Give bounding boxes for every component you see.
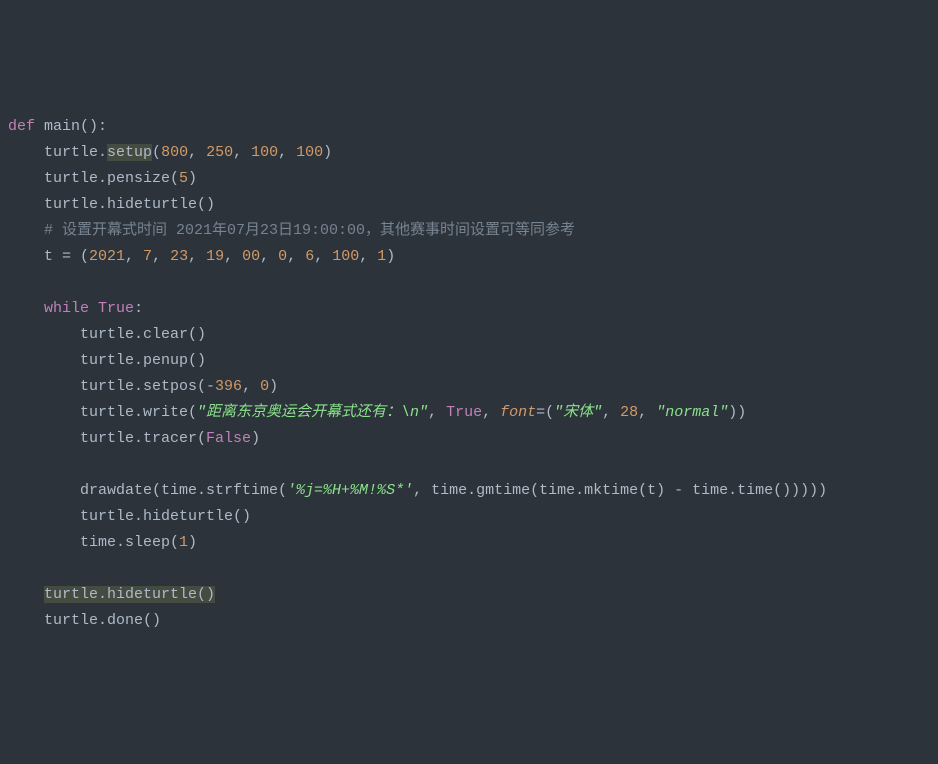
code-line: turtle.setup(800, 250, 100, 100) bbox=[8, 144, 332, 161]
punct: ( bbox=[152, 144, 161, 161]
comma: , bbox=[314, 248, 332, 265]
number: 2021 bbox=[89, 248, 125, 265]
comma: , bbox=[482, 404, 500, 421]
code-line: turtle.tracer(False) bbox=[8, 430, 260, 447]
space bbox=[89, 300, 98, 317]
punct: )) bbox=[728, 404, 746, 421]
number: 100 bbox=[296, 144, 323, 161]
text: , time.gmtime(time.mktime(t) - time.time… bbox=[413, 482, 827, 499]
comma: , bbox=[287, 248, 305, 265]
text: drawdate(time.strftime( bbox=[8, 482, 287, 499]
text: turtle.hideturtle() bbox=[8, 508, 251, 525]
number: 5 bbox=[179, 170, 188, 187]
string: "距离东京奥运会开幕式还有：\n" bbox=[197, 404, 428, 421]
text: turtle.done() bbox=[8, 612, 161, 629]
punct: ) bbox=[188, 170, 197, 187]
comma: , bbox=[188, 248, 206, 265]
comma: , bbox=[602, 404, 620, 421]
code-line: turtle.hideturtle() bbox=[8, 508, 251, 525]
number: 1 bbox=[179, 534, 188, 551]
code-line: def main(): bbox=[8, 118, 107, 135]
colon: : bbox=[134, 300, 143, 317]
code-line: t = (2021, 7, 23, 19, 00, 0, 6, 100, 1) bbox=[8, 248, 395, 265]
number: 00 bbox=[242, 248, 260, 265]
keyword-true: True bbox=[98, 300, 134, 317]
comma: , bbox=[125, 248, 143, 265]
string: "宋体" bbox=[554, 404, 602, 421]
comma: , bbox=[638, 404, 656, 421]
code-line: time.sleep(1) bbox=[8, 534, 197, 551]
keyword-true: True bbox=[446, 404, 482, 421]
func-name: main bbox=[44, 118, 80, 135]
punct: ) bbox=[386, 248, 395, 265]
punct: (): bbox=[80, 118, 107, 135]
comma: , bbox=[260, 248, 278, 265]
number: 1 bbox=[377, 248, 386, 265]
comma: , bbox=[233, 144, 251, 161]
comma: , bbox=[224, 248, 242, 265]
keyword-false: False bbox=[206, 430, 251, 447]
code-line: turtle.setpos(-396, 0) bbox=[8, 378, 278, 395]
text: turtle.pensize( bbox=[8, 170, 179, 187]
punct: ) bbox=[323, 144, 332, 161]
number: 0 bbox=[278, 248, 287, 265]
number: 800 bbox=[161, 144, 188, 161]
highlighted-text: turtle.hideturtle() bbox=[44, 586, 215, 603]
text: time.sleep( bbox=[8, 534, 179, 551]
string: '%j=%H+%M!%S*' bbox=[287, 482, 413, 499]
punct: ) bbox=[188, 534, 197, 551]
number: 0 bbox=[260, 378, 269, 395]
highlighted-text: setup bbox=[107, 144, 152, 161]
code-line: turtle.hideturtle() bbox=[8, 196, 215, 213]
text: t = ( bbox=[8, 248, 89, 265]
code-editor[interactable]: def main(): turtle.setup(800, 250, 100, … bbox=[8, 114, 938, 634]
code-line: # 设置开幕式时间 2021年07月23日19:00:00，其他赛事时间设置可等… bbox=[8, 222, 575, 239]
number: 250 bbox=[206, 144, 233, 161]
text: turtle.hideturtle() bbox=[8, 196, 215, 213]
text: turtle.setpos(- bbox=[8, 378, 215, 395]
comma: , bbox=[278, 144, 296, 161]
keyword-while: while bbox=[44, 300, 89, 317]
kwarg-font: font bbox=[500, 404, 536, 421]
number: 28 bbox=[620, 404, 638, 421]
number: 23 bbox=[170, 248, 188, 265]
text: turtle.tracer( bbox=[8, 430, 206, 447]
number: 6 bbox=[305, 248, 314, 265]
code-line: turtle.done() bbox=[8, 612, 161, 629]
number: 100 bbox=[251, 144, 278, 161]
text: turtle.penup() bbox=[8, 352, 206, 369]
indent bbox=[8, 586, 44, 603]
code-line: turtle.pensize(5) bbox=[8, 170, 197, 187]
code-line: turtle.penup() bbox=[8, 352, 206, 369]
punct: ) bbox=[269, 378, 278, 395]
code-line: turtle.hideturtle() bbox=[8, 586, 215, 603]
comma: , bbox=[359, 248, 377, 265]
comment: # 设置开幕式时间 2021年07月23日19:00:00，其他赛事时间设置可等… bbox=[8, 222, 575, 239]
keyword-def: def bbox=[8, 118, 35, 135]
comma: , bbox=[242, 378, 260, 395]
text: turtle. bbox=[8, 144, 107, 161]
number: 396 bbox=[215, 378, 242, 395]
string: "normal" bbox=[656, 404, 728, 421]
text: turtle.write( bbox=[8, 404, 197, 421]
comma: , bbox=[152, 248, 170, 265]
comma: , bbox=[428, 404, 446, 421]
code-line: turtle.write("距离东京奥运会开幕式还有：\n", True, fo… bbox=[8, 404, 746, 421]
comma: , bbox=[188, 144, 206, 161]
number: 100 bbox=[332, 248, 359, 265]
code-line: while True: bbox=[8, 300, 143, 317]
number: 19 bbox=[206, 248, 224, 265]
text: turtle.clear() bbox=[8, 326, 206, 343]
number: 7 bbox=[143, 248, 152, 265]
code-line: drawdate(time.strftime('%j=%H+%M!%S*', t… bbox=[8, 482, 827, 499]
punct: ) bbox=[251, 430, 260, 447]
code-line: turtle.clear() bbox=[8, 326, 206, 343]
punct: =( bbox=[536, 404, 554, 421]
indent bbox=[8, 300, 44, 317]
